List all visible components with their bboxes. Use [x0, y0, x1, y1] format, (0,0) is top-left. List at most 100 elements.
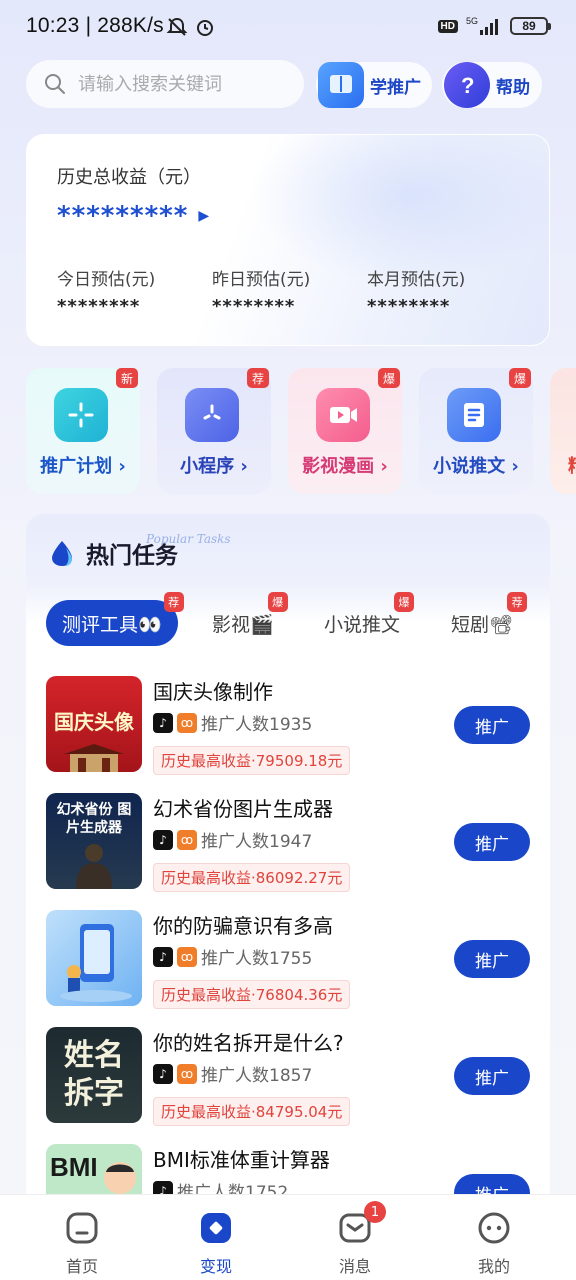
help-button[interactable]: ? 帮助	[442, 62, 542, 108]
search-input[interactable]	[78, 73, 278, 95]
category-mini-program[interactable]: 小程序 › 荐	[157, 368, 271, 494]
task-thumbnail: 国庆头像	[46, 676, 142, 772]
tab-novel-posts[interactable]: 小说推文 爆	[324, 592, 415, 646]
category-row: 推广计划 › 新 小程序 › 荐 影视漫画 › 爆 小说推文 › 爆 精	[26, 368, 576, 496]
monetize-icon	[199, 1211, 233, 1245]
search-icon	[45, 74, 65, 94]
thumbnail-text: 国庆头像	[54, 710, 134, 734]
signal-icon: 5G	[466, 16, 498, 35]
task-meta: ♪ ꝏ 推广人数1935	[153, 710, 312, 735]
nav-home[interactable]: 首页	[42, 1211, 122, 1277]
thumbnail-text: 姓名 拆字	[64, 1038, 124, 1111]
message-icon: 1	[338, 1201, 386, 1245]
highest-earnings-badge: 历史最高收益·76804.36元	[153, 980, 351, 1009]
building-icon	[64, 744, 124, 772]
yesterday-estimate-label: 昨日预估(元)	[212, 270, 311, 290]
water-drop-icon	[52, 541, 72, 566]
promote-button[interactable]: 推广	[454, 1057, 530, 1095]
category-label: 精	[550, 452, 576, 478]
mini-program-icon	[185, 388, 239, 442]
promote-button[interactable]: 推广	[454, 823, 530, 861]
promoter-count: 推广人数1755	[201, 949, 313, 969]
task-item[interactable]: 姓名 拆字 你的姓名拆开是什么? ♪ ꝏ 推广人数1857 历史最高收益·847…	[46, 1027, 530, 1127]
mute-icon	[166, 17, 188, 36]
category-label: 推广计划 ›	[40, 456, 126, 477]
total-earnings[interactable]: ********* ▶	[57, 201, 210, 231]
home-icon	[65, 1211, 99, 1245]
hot-tag: 爆	[378, 368, 400, 388]
promoter-count: 推广人数1947	[201, 832, 313, 852]
promote-button[interactable]: 推广	[454, 706, 530, 744]
month-estimate-value: ********	[367, 296, 451, 317]
task-item[interactable]: 你的防骗意识有多高 ♪ ꝏ 推广人数1755 历史最高收益·76804.36元 …	[46, 910, 530, 1010]
kuaishou-icon: ꝏ	[177, 829, 197, 850]
messages-badge: 1	[364, 1201, 386, 1223]
task-thumbnail: 姓名 拆字	[46, 1027, 142, 1123]
today-estimate: 今日预估(元) ********	[57, 265, 155, 317]
category-novel-posts[interactable]: 小说推文 › 爆	[419, 368, 533, 494]
tab-short-drama[interactable]: 短剧📽 荐	[451, 592, 528, 646]
category-partial[interactable]: 精	[550, 368, 576, 494]
highest-earnings-badge: 历史最高收益·86092.27元	[153, 863, 351, 892]
month-estimate-label: 本月预估(元)	[367, 270, 466, 290]
face-illustration	[104, 1162, 136, 1194]
document-icon	[447, 388, 501, 442]
nav-cash[interactable]: 变现	[176, 1211, 256, 1277]
promote-button[interactable]: 推广	[454, 940, 530, 978]
recommend-tag: 荐	[247, 368, 269, 388]
promoter-count: 推广人数1857	[201, 1066, 313, 1086]
task-title: 幻术省份图片生成器	[153, 797, 333, 821]
tab-label: 小说推文	[324, 613, 401, 636]
tab-movies[interactable]: 影视🎬 爆	[212, 592, 288, 646]
question-icon: ?	[444, 62, 490, 108]
yesterday-estimate-value: ********	[212, 296, 296, 317]
profile-icon	[477, 1211, 511, 1245]
warrior-figure-icon	[76, 844, 112, 889]
highest-earnings-badge: 历史最高收益·84795.04元	[153, 1097, 351, 1126]
task-meta: ♪ ꝏ 推广人数1947	[153, 827, 312, 852]
book-icon	[318, 62, 364, 108]
bottom-nav: 首页 变现 1 消息 我的	[0, 1194, 576, 1280]
hot-tasks-panel: 热门任务 Popular Tasks 测评工具👀 荐 影视🎬 爆 小说推文 爆 …	[26, 514, 550, 1214]
thumbnail-text: 幻术省份 图片生成器	[56, 802, 132, 836]
new-tag: 新	[116, 368, 138, 388]
recommend-tag: 荐	[163, 592, 184, 612]
task-thumbnail	[46, 910, 142, 1006]
task-meta: ♪ ꝏ 推广人数1857	[153, 1061, 312, 1086]
tab-review-tools[interactable]: 测评工具👀 荐	[46, 592, 184, 646]
nav-cash-label: 变现	[199, 1257, 232, 1276]
task-tabs: 测评工具👀 荐 影视🎬 爆 小说推文 爆 短剧📽 荐	[46, 592, 546, 646]
task-item[interactable]: 国庆头像 国庆头像制作 ♪ ꝏ 推广人数1935 历史最高收益·79509.18…	[46, 676, 530, 776]
earnings-card: 历史总收益（元） ********* ▶ 今日预估(元) ******** 昨日…	[26, 134, 550, 346]
category-promotion-plan[interactable]: 推广计划 › 新	[26, 368, 140, 494]
highest-earnings-badge: 历史最高收益·79509.18元	[153, 746, 351, 775]
learn-promotion-button[interactable]: 学推广	[316, 62, 432, 108]
hot-tag: 爆	[394, 592, 415, 612]
douyin-icon: ♪	[153, 946, 173, 967]
nav-mine[interactable]: 我的	[454, 1211, 534, 1277]
douyin-icon: ♪	[153, 1063, 173, 1084]
nav-messages[interactable]: 1 消息	[315, 1201, 395, 1277]
phone-security-illustration	[60, 924, 132, 1002]
category-video-comics[interactable]: 影视漫画 › 爆	[288, 368, 402, 494]
today-estimate-label: 今日预估(元)	[57, 270, 156, 290]
tab-label: 影视🎬	[212, 613, 274, 636]
earnings-card-decoration	[249, 135, 549, 285]
task-title: BMI标准体重计算器	[153, 1148, 330, 1172]
task-title: 你的姓名拆开是什么?	[153, 1031, 344, 1055]
task-title: 国庆头像制作	[153, 680, 273, 704]
hot-tasks-subtitle: Popular Tasks	[146, 532, 231, 546]
status-time: 10:23 | 288K/s	[26, 14, 164, 37]
nav-messages-label: 消息	[338, 1257, 371, 1276]
promoter-count: 推广人数1935	[201, 715, 313, 735]
thumbnail-text: BMI	[50, 1152, 98, 1182]
tab-label: 短剧📽	[451, 613, 514, 636]
alarm-icon	[197, 20, 213, 36]
tab-label: 测评工具👀	[62, 613, 162, 636]
today-estimate-value: ********	[57, 296, 141, 317]
task-item[interactable]: 幻术省份 图片生成器 幻术省份图片生成器 ♪ ꝏ 推广人数1947 历史最高收益…	[46, 793, 530, 893]
search-bar[interactable]	[26, 60, 304, 108]
svg-text:5G: 5G	[466, 16, 478, 26]
douyin-icon: ♪	[153, 829, 173, 850]
task-title: 你的防骗意识有多高	[153, 914, 333, 938]
